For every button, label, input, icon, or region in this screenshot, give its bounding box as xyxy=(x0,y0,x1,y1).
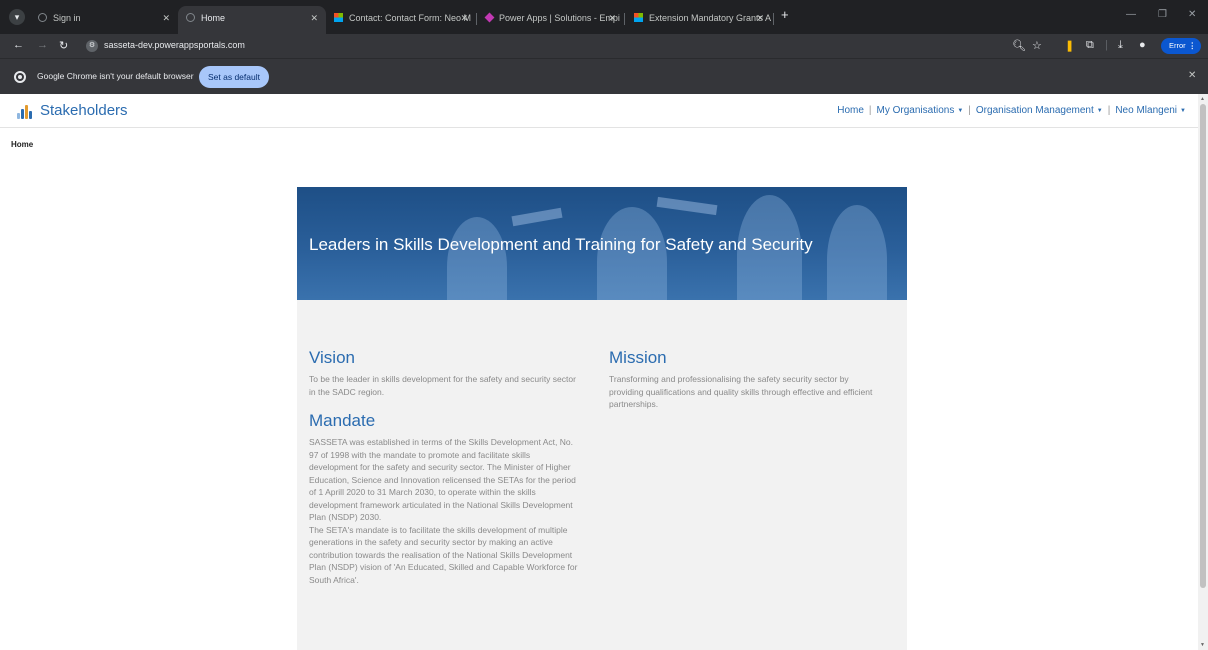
power-apps-icon xyxy=(484,12,495,23)
back-arrow-icon[interactable]: ← xyxy=(13,39,24,51)
banner-title: Leaders in Skills Development and Traini… xyxy=(309,235,813,254)
new-tab-icon[interactable]: + xyxy=(781,7,789,22)
nav-organisation-management[interactable]: Organisation Management ▼ xyxy=(976,105,1103,116)
nav-home[interactable]: Home xyxy=(837,105,864,116)
brand-title[interactable]: Stakeholders xyxy=(40,102,128,119)
chrome-icon xyxy=(14,71,26,83)
microsoft-icon xyxy=(334,13,343,23)
close-icon[interactable]: ✕ xyxy=(608,6,616,30)
minimize-icon[interactable]: — xyxy=(1126,9,1136,20)
nav-label: My Organisations xyxy=(876,105,955,116)
graduation-cap-shape xyxy=(511,207,563,227)
globe-icon xyxy=(186,13,195,23)
zoom-icon[interactable]: 🔍︎ xyxy=(1012,39,1026,52)
browser-toolbar: ← → ↻ ⚙ sasseta-dev.powerappsportals.com… xyxy=(0,34,1208,58)
profile-icon[interactable]: ● xyxy=(1139,39,1146,51)
scroll-up-icon[interactable]: ▲ xyxy=(1200,96,1205,102)
address-bar[interactable]: ⚙ sasseta-dev.powerappsportals.com xyxy=(80,37,980,55)
tab-label: Sign in xyxy=(53,13,81,23)
default-browser-infobar: Google Chrome isn't your default browser… xyxy=(0,58,1208,94)
mandate-paragraph-2: The SETA's mandate is to facilitate the … xyxy=(309,524,578,585)
tab-search-chevron-icon[interactable]: ▾ xyxy=(9,9,25,25)
extensions-puzzle-icon[interactable]: ⧉ xyxy=(1086,39,1094,52)
page-viewport: Stakeholders Home | My Organisations ▼ | Orga… xyxy=(0,94,1208,650)
tab-power-apps[interactable]: Power Apps | Solutions - Empi ✕ xyxy=(478,6,624,30)
nav-divider: | xyxy=(968,105,971,116)
tab-divider xyxy=(624,13,625,25)
microsoft-icon xyxy=(634,13,643,23)
restore-icon[interactable]: ❐ xyxy=(1158,9,1167,20)
tab-sign-in[interactable]: Sign in ✕ xyxy=(30,6,178,30)
left-column: Vision To be the leader in skills develo… xyxy=(309,348,579,586)
vision-heading: Vision xyxy=(309,348,355,367)
portal-header: Stakeholders Home | My Organisations ▼ | Orga… xyxy=(0,94,1198,128)
set-as-default-button[interactable]: Set as default xyxy=(199,66,269,88)
reload-icon[interactable]: ↻ xyxy=(59,39,68,52)
nav-divider: | xyxy=(868,105,872,116)
tab-label: Home xyxy=(201,13,226,23)
infobar-message: Google Chrome isn't your default browser xyxy=(37,71,194,81)
tab-label: Extension Mandatory Grants A xyxy=(649,13,772,23)
breadcrumb: Home xyxy=(11,140,34,149)
caret-down-icon: ▼ xyxy=(1096,108,1103,114)
top-navigation: Home | My Organisations ▼ | Organisation Mana… xyxy=(837,105,1186,116)
caret-down-icon: ▼ xyxy=(957,108,964,114)
toolbar-divider: | xyxy=(1105,39,1108,51)
close-icon[interactable]: ✕ xyxy=(460,6,468,30)
window-close-icon[interactable]: ✕ xyxy=(1188,9,1196,20)
extension-icon[interactable]: ❚ xyxy=(1065,39,1074,52)
scroll-down-icon[interactable]: ▼ xyxy=(1200,642,1205,648)
browser-tabstrip: ▾ Sign in ✕ Home ✕ Contact: Contact Form… xyxy=(0,0,1208,34)
tab-label: Contact: Contact Form: Neo M xyxy=(349,13,472,23)
mandate-heading: Mandate xyxy=(309,411,376,430)
graduation-cap-shape xyxy=(656,196,718,216)
close-icon[interactable]: ✕ xyxy=(310,6,318,30)
nav-my-organisations[interactable]: My Organisations ▼ xyxy=(877,105,964,116)
scrollbar-thumb[interactable] xyxy=(1200,104,1206,588)
vision-text: To be the leader in skills development f… xyxy=(309,374,576,397)
nav-user-menu[interactable]: Neo Mlangeni ▼ xyxy=(1115,105,1186,116)
nav-divider: | xyxy=(1107,105,1111,116)
forward-arrow-icon[interactable]: → xyxy=(37,39,48,51)
nav-label: Neo Mlangeni xyxy=(1115,105,1178,116)
tab-contact-form[interactable]: Contact: Contact Form: Neo M ✕ xyxy=(326,6,476,30)
caret-down-icon: ▼ xyxy=(1180,108,1186,114)
tab-home[interactable]: Home ✕ xyxy=(178,6,326,34)
close-icon[interactable]: ✕ xyxy=(756,6,764,30)
hero-banner: Leaders in Skills Development and Traini… xyxy=(297,187,907,300)
globe-icon xyxy=(38,13,47,23)
stakeholders-logo-icon[interactable] xyxy=(17,105,33,119)
mission-heading: Mission xyxy=(609,348,667,367)
nav-label: Organisation Management xyxy=(975,105,1094,116)
infobar-close-icon[interactable]: ✕ xyxy=(1188,70,1196,81)
right-column: Mission Transforming and professionalisi… xyxy=(609,348,879,411)
error-label: Error xyxy=(1169,41,1186,50)
tab-divider xyxy=(773,13,774,25)
close-icon[interactable]: ✕ xyxy=(162,6,170,30)
tab-extension-grants[interactable]: Extension Mandatory Grants A ✕ xyxy=(626,6,772,30)
vertical-scrollbar[interactable]: ▲ ▼ xyxy=(1198,94,1208,650)
site-settings-icon[interactable]: ⚙ xyxy=(86,40,98,52)
profile-error-button[interactable]: Error ⋮ xyxy=(1161,38,1201,54)
graduate-silhouette xyxy=(447,217,507,300)
bookmark-star-icon[interactable]: ☆ xyxy=(1032,39,1042,52)
menu-kebab-icon: ⋮ xyxy=(1188,41,1197,50)
graduate-silhouette xyxy=(827,205,887,300)
mission-text: Transforming and professionalising the s… xyxy=(609,374,873,409)
mandate-paragraph-1: SASSETA was established in terms of the … xyxy=(309,437,576,522)
content-panel: Vision To be the leader in skills develo… xyxy=(297,300,907,650)
download-icon[interactable]: ⤓ xyxy=(1118,39,1123,52)
url-text: sasseta-dev.powerappsportals.com xyxy=(104,40,245,50)
tab-label: Power Apps | Solutions - Empi xyxy=(499,13,620,23)
tab-divider xyxy=(476,13,477,25)
